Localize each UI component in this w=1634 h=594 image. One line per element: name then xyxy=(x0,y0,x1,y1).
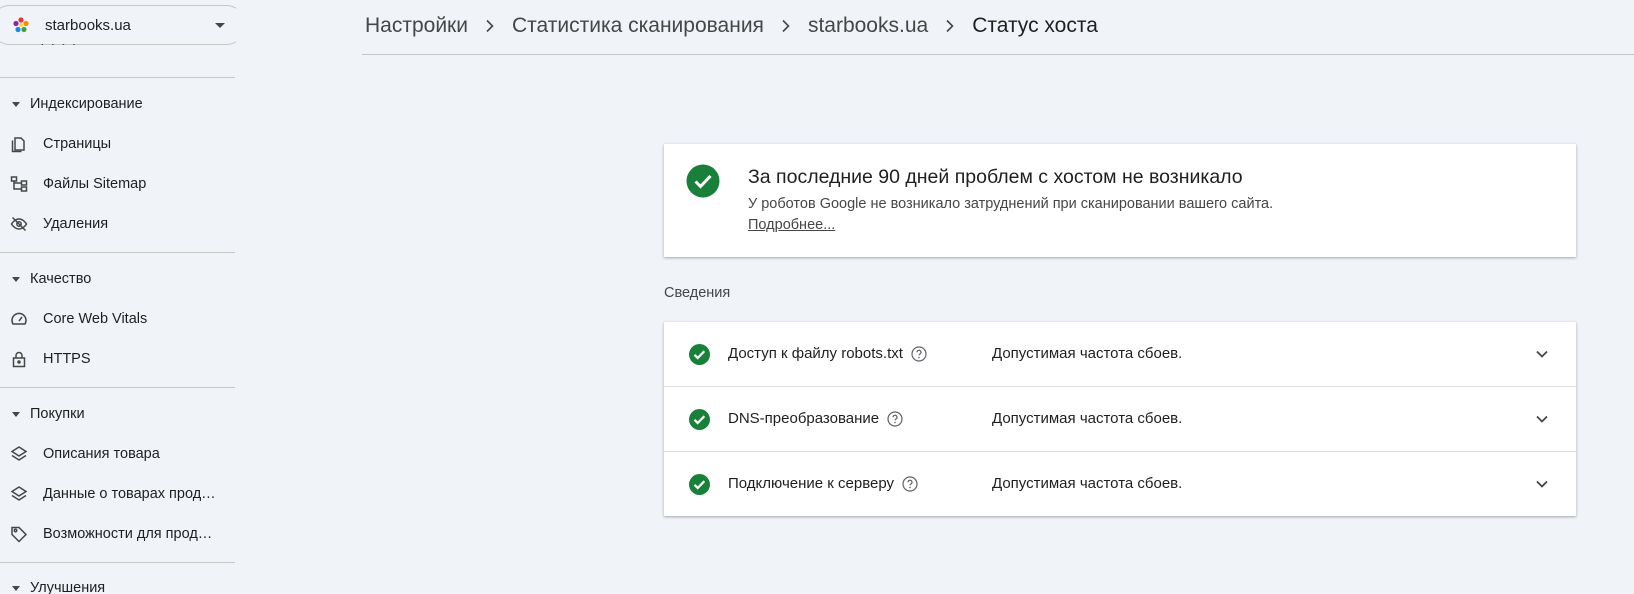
sidebar-item-product-snippets[interactable]: Описания товара xyxy=(0,436,236,472)
property-name: starbooks.ua xyxy=(45,16,131,34)
detail-row-dns[interactable]: DNS-преобразование Допустимая частота сб… xyxy=(664,387,1576,452)
sidebar-item-sitemaps[interactable]: Файлы Sitemap xyxy=(0,166,236,202)
learn-more-link[interactable]: Подробнее... xyxy=(748,217,835,233)
section-quality[interactable]: Качество xyxy=(12,269,91,289)
layers-icon xyxy=(10,485,28,503)
detail-name: Доступ к файлу robots.txt xyxy=(728,345,903,362)
chevron-down-icon[interactable] xyxy=(1534,411,1550,427)
header-divider xyxy=(362,54,1634,55)
chevron-right-icon xyxy=(945,19,955,33)
detail-value: Допустимая частота сбоев. xyxy=(992,475,1183,492)
property-selector[interactable]: starbooks.ua xyxy=(0,5,236,45)
chevron-right-icon xyxy=(781,19,791,33)
sidebar-divider xyxy=(0,387,235,388)
collapse-triangle-icon xyxy=(12,276,20,282)
detail-row-server[interactable]: Подключение к серверу Допустимая частота… xyxy=(664,452,1576,516)
sidebar-item-core-web-vitals[interactable]: Core Web Vitals xyxy=(0,301,236,337)
speedometer-icon xyxy=(10,310,28,328)
success-check-icon xyxy=(689,344,710,365)
sidebar-item-pages[interactable]: Страницы xyxy=(0,126,236,162)
sidebar-item-https[interactable]: HTTPS xyxy=(0,341,236,377)
success-check-icon xyxy=(686,164,720,198)
detail-row-robots[interactable]: Доступ к файлу robots.txt Допустимая час… xyxy=(664,322,1576,387)
section-shopping[interactable]: Покупки xyxy=(12,404,85,424)
breadcrumb-host[interactable]: starbooks.ua xyxy=(808,14,928,38)
dropdown-caret-icon xyxy=(215,23,225,28)
detail-value: Допустимая частота сбоев. xyxy=(992,410,1183,427)
help-icon[interactable] xyxy=(887,410,903,427)
status-description: У роботов Google не возникало затруднени… xyxy=(748,196,1274,212)
sidebar-item-partial: · · · · xyxy=(40,44,100,58)
breadcrumb-settings[interactable]: Настройки xyxy=(365,14,468,38)
tag-icon xyxy=(10,525,28,543)
success-check-icon xyxy=(689,409,710,430)
chevron-down-icon[interactable] xyxy=(1534,346,1550,362)
sidebar-item-merchant-listings[interactable]: Данные о товарах прод… xyxy=(0,476,236,512)
chevron-right-icon xyxy=(485,19,495,33)
collapse-triangle-icon xyxy=(12,411,20,417)
removals-icon xyxy=(10,215,28,233)
sitemap-icon xyxy=(10,175,28,193)
site-favicon-icon xyxy=(11,15,31,35)
detail-name: DNS-преобразование xyxy=(728,410,880,427)
chevron-down-icon[interactable] xyxy=(1534,476,1550,492)
host-status-card: За последние 90 дней проблем с хостом не… xyxy=(664,144,1576,257)
layers-icon xyxy=(10,445,28,463)
lock-icon xyxy=(10,350,28,368)
sidebar: starbooks.ua · · · · Индексирование Стра… xyxy=(0,0,236,594)
section-enhancements[interactable]: Улучшения xyxy=(12,578,105,594)
sidebar-divider xyxy=(0,562,235,563)
sidebar-item-shopping-tab[interactable]: Возможности для прод… xyxy=(0,516,236,552)
help-icon[interactable] xyxy=(911,345,927,362)
collapse-triangle-icon xyxy=(12,585,20,591)
details-heading: Сведения xyxy=(664,285,731,301)
breadcrumb-crawl-stats[interactable]: Статистика сканирования xyxy=(512,14,764,38)
sidebar-divider xyxy=(0,252,235,253)
pages-icon xyxy=(10,135,28,153)
sidebar-divider xyxy=(0,77,235,78)
breadcrumb: Настройки Статистика сканирования starbo… xyxy=(365,11,1098,41)
detail-name: Подключение к серверу xyxy=(728,475,895,492)
sidebar-item-removals[interactable]: Удаления xyxy=(0,206,236,242)
section-indexing[interactable]: Индексирование xyxy=(12,94,143,114)
help-icon[interactable] xyxy=(902,475,918,492)
status-title: За последние 90 дней проблем с хостом не… xyxy=(748,166,1243,188)
detail-value: Допустимая частота сбоев. xyxy=(992,345,1183,362)
success-check-icon xyxy=(689,474,710,495)
details-table: Доступ к файлу robots.txt Допустимая час… xyxy=(664,322,1576,516)
collapse-triangle-icon xyxy=(12,101,20,107)
page-title: Статус хоста xyxy=(972,14,1098,37)
